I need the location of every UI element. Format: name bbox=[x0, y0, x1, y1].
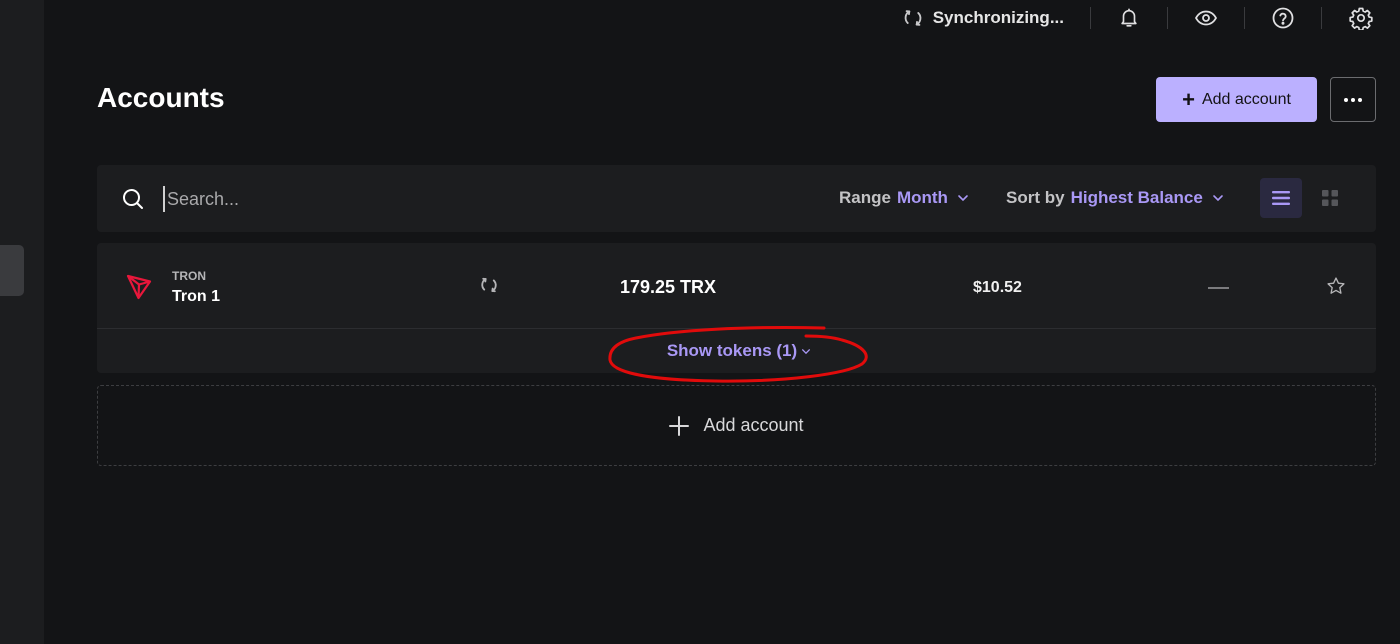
account-card: TRON Tron 1 179.25 TRX $10.52 Show token… bbox=[97, 243, 1376, 373]
account-currency: TRON bbox=[172, 269, 206, 283]
search-input[interactable] bbox=[163, 186, 663, 212]
toggle-balance-visibility-button[interactable] bbox=[1168, 0, 1244, 36]
sync-status: Synchronizing... bbox=[902, 7, 1064, 29]
plus-icon: + bbox=[1182, 86, 1195, 112]
sidebar bbox=[0, 0, 44, 644]
account-row[interactable]: TRON Tron 1 179.25 TRX $10.52 bbox=[97, 243, 1376, 328]
sort-value: Highest Balance bbox=[1070, 188, 1203, 207]
show-tokens-button[interactable]: Show tokens (1) bbox=[97, 329, 1376, 373]
account-balance: 179.25 TRX bbox=[620, 277, 717, 297]
settings-icon bbox=[1349, 7, 1373, 30]
range-dropdown[interactable]: Range Month bbox=[839, 188, 969, 208]
tron-icon bbox=[126, 274, 152, 300]
settings-button[interactable] bbox=[1322, 0, 1400, 36]
add-account-row[interactable]: Add account bbox=[97, 385, 1376, 466]
notifications-button[interactable] bbox=[1091, 0, 1167, 36]
sort-label: Sort by bbox=[1006, 188, 1065, 207]
chevron-down-icon bbox=[1213, 195, 1223, 202]
grid-icon bbox=[1322, 190, 1338, 206]
add-account-row-label: Add account bbox=[703, 415, 804, 435]
help-button[interactable] bbox=[1245, 0, 1321, 36]
range-label: Range bbox=[839, 188, 891, 207]
list-icon bbox=[1272, 191, 1290, 205]
add-account-button[interactable]: + Add account bbox=[1156, 77, 1317, 122]
page-title: Accounts bbox=[97, 82, 225, 113]
more-options-button[interactable] bbox=[1330, 77, 1376, 122]
search-icon bbox=[123, 189, 143, 209]
grid-view-button[interactable] bbox=[1310, 178, 1350, 218]
chevron-down-icon bbox=[958, 195, 968, 202]
account-name: Tron 1 bbox=[172, 288, 221, 305]
sync-status-label: Synchronizing... bbox=[932, 8, 1064, 27]
topbar: Synchronizing... bbox=[902, 0, 1400, 36]
show-tokens-label: Show tokens (1) bbox=[666, 341, 798, 360]
sort-dropdown[interactable]: Sort by Highest Balance bbox=[1006, 188, 1224, 208]
more-horizontal-icon bbox=[1344, 97, 1362, 102]
range-value: Month bbox=[896, 188, 948, 207]
star-icon[interactable] bbox=[1326, 276, 1346, 296]
sync-icon bbox=[904, 10, 922, 26]
list-view-button[interactable] bbox=[1260, 178, 1302, 218]
account-change-placeholder bbox=[1208, 287, 1229, 289]
accounts-toolbar: Range Month Sort by Highest Balance bbox=[97, 165, 1376, 232]
add-account-button-label: Add account bbox=[1201, 90, 1291, 108]
plus-icon bbox=[669, 415, 690, 436]
sync-icon bbox=[481, 277, 497, 293]
account-fiat-value: $10.52 bbox=[973, 279, 1022, 296]
bell-icon bbox=[1121, 8, 1137, 27]
eye-icon bbox=[1194, 10, 1218, 26]
help-icon bbox=[1272, 7, 1294, 29]
chevron-down-icon bbox=[802, 348, 811, 354]
sidebar-collapse-handle[interactable] bbox=[0, 245, 24, 296]
